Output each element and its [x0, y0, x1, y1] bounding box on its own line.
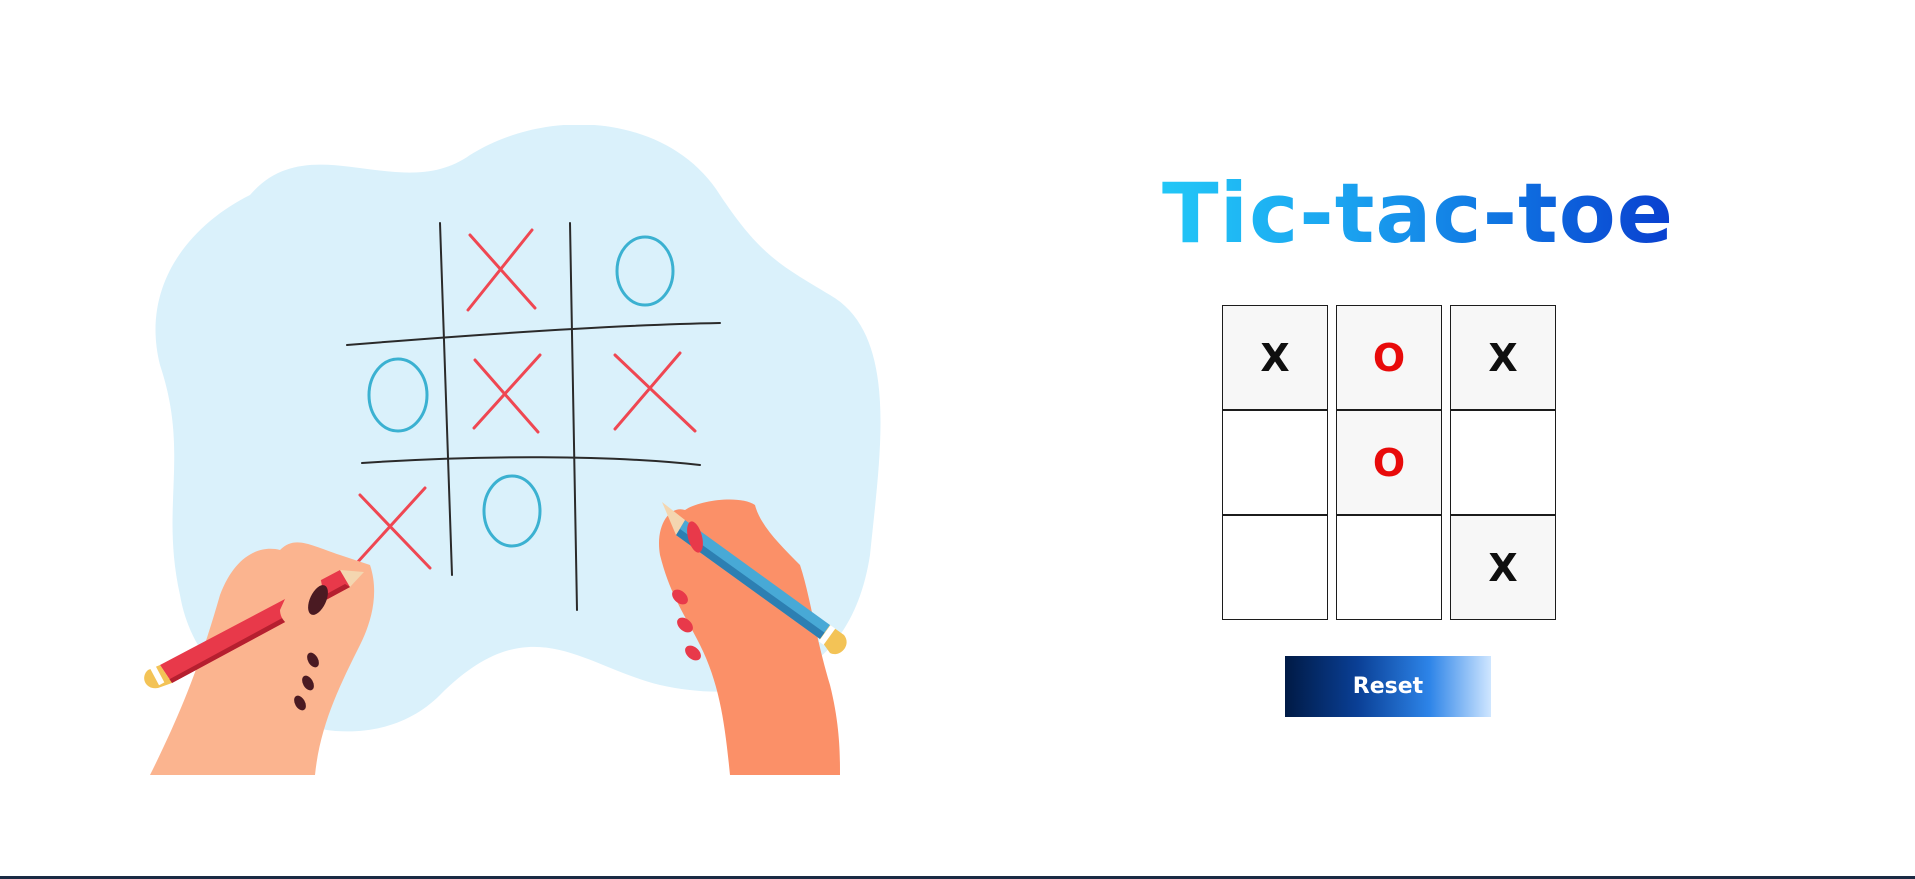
page-title: Tic-tac-toe [1162, 165, 1675, 262]
board-cell-9[interactable]: X [1450, 515, 1556, 620]
hero-illustration [140, 125, 890, 775]
board-cell-4[interactable] [1222, 410, 1328, 515]
game-panel: Tic-tac-toe X O X O X Reset [1150, 160, 1673, 740]
board-cell-5[interactable]: O [1336, 410, 1442, 515]
board-cell-2[interactable]: O [1336, 305, 1442, 410]
hands-playing-tic-tac-toe-illustration [144, 125, 881, 775]
game-board: X O X O X [1222, 305, 1556, 621]
board-cell-3[interactable]: X [1450, 305, 1556, 410]
board-cell-8[interactable] [1336, 515, 1442, 620]
board-cell-1[interactable]: X [1222, 305, 1328, 410]
reset-button[interactable]: Reset [1285, 656, 1491, 717]
board-cell-6[interactable] [1450, 410, 1556, 515]
board-cell-7[interactable] [1222, 515, 1328, 620]
